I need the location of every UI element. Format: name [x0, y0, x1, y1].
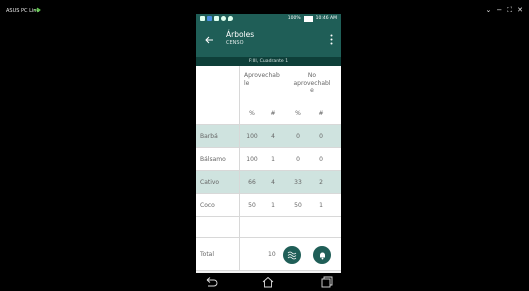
species-name: Coco	[200, 201, 215, 209]
overflow-menu-icon[interactable]	[330, 34, 333, 45]
battery-icon	[303, 16, 313, 22]
table-row[interactable]: Barbá 100 4 0 0	[196, 125, 341, 148]
table-row[interactable]: Coco 50 1 50 1	[196, 194, 341, 217]
aprov-percent: 100	[246, 155, 258, 163]
waves-fab-button[interactable]	[283, 246, 301, 264]
aprov-percent: 50	[248, 201, 256, 209]
no-aprov-percent: 0	[296, 132, 300, 140]
location-banner: F:III, Cuadrante 1	[196, 57, 341, 66]
aprov-percent: 66	[248, 178, 256, 186]
no-aprov-percent: 50	[294, 201, 302, 209]
species-name: Barbá	[200, 132, 218, 140]
minimize-button[interactable]: −	[496, 6, 502, 14]
empty-row	[196, 217, 341, 238]
total-label: Total	[200, 250, 215, 258]
notification-icon	[207, 16, 212, 21]
link-icon	[34, 7, 41, 13]
no-aprov-percent: 33	[294, 178, 302, 186]
no-aprov-percent: 0	[296, 155, 300, 163]
no-aprov-count: 0	[319, 155, 323, 163]
column-divider	[239, 66, 240, 124]
no-aprov-count: 1	[319, 201, 323, 209]
notification-icon	[214, 16, 219, 21]
bell-icon	[319, 252, 325, 259]
status-right: 100% 10:46 AM	[288, 16, 337, 22]
phone-screen: 100% 10:46 AM Árboles CENSO F:III, Cuadr…	[196, 14, 341, 291]
host-window-controls: ⌄ − ⛶ ✕	[485, 6, 523, 14]
table-row[interactable]: Cativo 66 4 33 2	[196, 171, 341, 194]
nav-home-icon[interactable]	[261, 276, 275, 288]
species-name: Bálsamo	[200, 155, 226, 163]
app-bar: Árboles CENSO	[196, 23, 341, 57]
status-time: 10:46 AM	[315, 16, 337, 22]
header-aprovechable: Aprovechab le	[244, 72, 280, 87]
close-button[interactable]: ✕	[517, 6, 523, 14]
waves-icon	[287, 251, 297, 260]
back-arrow-icon[interactable]	[204, 35, 214, 45]
no-aprov-count: 2	[319, 178, 323, 186]
aprov-count: 4	[271, 132, 275, 140]
total-aprovechable: 10	[268, 250, 276, 258]
subheader-count: #	[270, 109, 276, 117]
aprov-count: 1	[271, 201, 275, 209]
bell-fab-button[interactable]	[313, 246, 331, 264]
species-name: Cativo	[200, 178, 220, 186]
aprov-count: 1	[271, 155, 275, 163]
app-subtitle: CENSO	[226, 40, 244, 46]
status-bar: 100% 10:46 AM	[196, 14, 341, 23]
subheader-count: #	[318, 109, 324, 117]
aprov-percent: 100	[246, 132, 258, 140]
nav-back-icon[interactable]	[204, 276, 218, 288]
notification-icon	[221, 16, 226, 21]
battery-percent: 100%	[287, 16, 301, 22]
census-table: Aprovechab le No aprovechabl e % # % # B…	[196, 66, 341, 271]
notification-icon	[200, 16, 205, 21]
notification-icons	[200, 16, 233, 21]
table-header: Aprovechab le No aprovechabl e % # % #	[196, 66, 341, 125]
android-nav-bar	[196, 273, 341, 291]
aprov-count: 4	[271, 178, 275, 186]
header-no-aprovechable: No aprovechabl e	[293, 72, 331, 94]
subheader-percent: %	[295, 109, 301, 117]
collapse-button[interactable]: ⌄	[485, 6, 491, 14]
location-icon	[228, 16, 233, 21]
nav-recents-icon[interactable]	[320, 276, 334, 288]
table-row[interactable]: Bálsamo 100 1 0 0	[196, 148, 341, 171]
subheader-percent: %	[249, 109, 255, 117]
no-aprov-count: 0	[319, 132, 323, 140]
fullscreen-button[interactable]: ⛶	[507, 6, 512, 14]
app-title: Árboles	[226, 30, 255, 39]
